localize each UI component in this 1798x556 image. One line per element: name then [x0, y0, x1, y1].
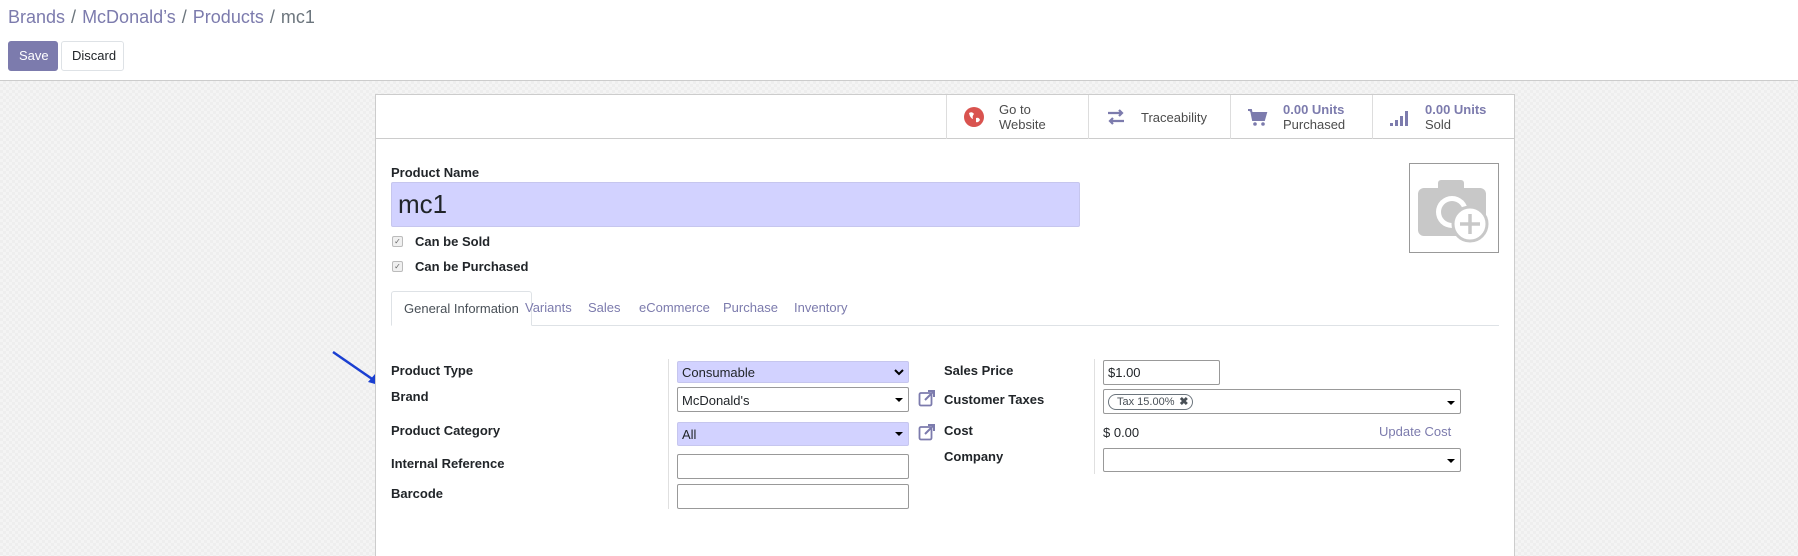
go-to-website-button[interactable]: Go to Website: [946, 95, 1088, 139]
save-button[interactable]: Save: [8, 41, 58, 71]
product-name-input[interactable]: mc1: [391, 182, 1080, 227]
sold-value: 0.00 Units: [1425, 102, 1487, 117]
control-panel: Brands / McDonald’s / Products / mc1 Save Disc…: [0, 0, 1798, 81]
external-link-icon[interactable]: [918, 389, 936, 407]
customer-taxes-field[interactable]: Tax 15.00% ✖: [1103, 389, 1461, 414]
tab-inventory[interactable]: Inventory: [782, 291, 859, 326]
camera-plus-icon: [1418, 180, 1489, 243]
can-be-purchased-label: Can be Purchased: [415, 259, 529, 274]
purchased-value: 0.00 Units: [1283, 102, 1345, 117]
breadcrumb-separator: /: [181, 7, 187, 27]
tax-tag: Tax 15.00% ✖: [1108, 394, 1194, 410]
can-be-sold-checkbox[interactable]: ✓: [392, 236, 403, 247]
barcode-label: Barcode: [391, 486, 444, 501]
product-image-upload[interactable]: [1409, 163, 1499, 253]
group-divider: [668, 359, 669, 509]
customer-taxes-label: Customer Taxes: [944, 392, 1045, 407]
discard-button[interactable]: Discard: [61, 41, 124, 71]
breadcrumb-current: mc1: [280, 7, 315, 27]
cost-label: Cost: [944, 423, 973, 438]
product-name-label: Product Name: [391, 165, 480, 180]
signal-icon: [1390, 111, 1408, 126]
traceability-button[interactable]: Traceability: [1088, 95, 1230, 139]
sales-price-label: Sales Price: [944, 363, 1014, 378]
sold-label: Sold: [1425, 117, 1452, 132]
chevron-down-icon: [894, 369, 904, 376]
product-type-select[interactable]: Consumable: [677, 361, 909, 383]
tab-ecommerce[interactable]: eCommerce: [627, 291, 722, 326]
globe-icon: [964, 107, 984, 127]
caret-down-icon: [895, 432, 903, 436]
barcode-input[interactable]: [677, 484, 909, 509]
company-label: Company: [944, 449, 1004, 464]
sold-button[interactable]: 0.00 Units Sold: [1372, 95, 1514, 139]
shopping-cart-icon: [1248, 109, 1268, 126]
caret-down-icon: [1447, 459, 1455, 463]
tab-variants[interactable]: Variants: [513, 291, 584, 326]
traceability-label: Traceability: [1141, 109, 1207, 125]
purchased-button[interactable]: 0.00 Units Purchased: [1230, 95, 1372, 139]
internal-reference-input[interactable]: [677, 454, 909, 479]
group-divider: [1094, 359, 1095, 474]
product-category-select[interactable]: All: [677, 422, 909, 446]
internal-reference-label: Internal Reference: [391, 456, 505, 471]
tax-tag-label: Tax 15.00%: [1117, 396, 1175, 408]
product-category-value: All: [682, 427, 697, 442]
breadcrumb-brands[interactable]: Brands: [8, 7, 65, 27]
form-sheet: Go to Website Traceability 0.00 Units Purc…: [375, 94, 1515, 556]
tab-sales[interactable]: Sales: [576, 291, 633, 326]
cost-value: $ 0.00: [1103, 425, 1140, 440]
caret-down-icon: [895, 398, 903, 402]
breadcrumb-products[interactable]: Products: [193, 7, 264, 27]
breadcrumb-separator: /: [269, 7, 275, 27]
product-type-label: Product Type: [391, 363, 474, 378]
can-be-purchased-checkbox[interactable]: ✓: [392, 261, 403, 272]
website-label: Website: [999, 117, 1046, 132]
breadcrumb-separator: /: [71, 7, 77, 27]
notebook-tabs: General Information Variants Sales eComm…: [391, 291, 1499, 326]
remove-tag-icon[interactable]: ✖: [1179, 395, 1188, 409]
go-to-label: Go to: [999, 102, 1031, 117]
breadcrumb: Brands / McDonald’s / Products / mc1: [8, 7, 315, 28]
brand-value: McDonald's: [682, 393, 750, 408]
caret-down-icon: [1447, 401, 1455, 405]
company-select[interactable]: [1103, 448, 1461, 472]
tab-purchase[interactable]: Purchase: [711, 291, 790, 326]
exchange-icon: [1108, 109, 1124, 125]
external-link-icon[interactable]: [918, 423, 936, 441]
brand-label: Brand: [391, 389, 429, 404]
product-type-value: Consumable: [682, 365, 755, 380]
tab-general-information[interactable]: General Information: [391, 291, 532, 326]
breadcrumb-mcdonalds[interactable]: McDonald’s: [82, 7, 176, 27]
smart-button-box: Go to Website Traceability 0.00 Units Purc…: [376, 95, 1514, 139]
sales-price-input[interactable]: $1.00: [1103, 360, 1220, 385]
purchased-label: Purchased: [1283, 117, 1346, 132]
brand-select[interactable]: McDonald's: [677, 387, 909, 412]
product-category-label: Product Category: [391, 423, 501, 438]
update-cost-link[interactable]: Update Cost: [1379, 424, 1451, 439]
can-be-sold-label: Can be Sold: [415, 234, 491, 249]
